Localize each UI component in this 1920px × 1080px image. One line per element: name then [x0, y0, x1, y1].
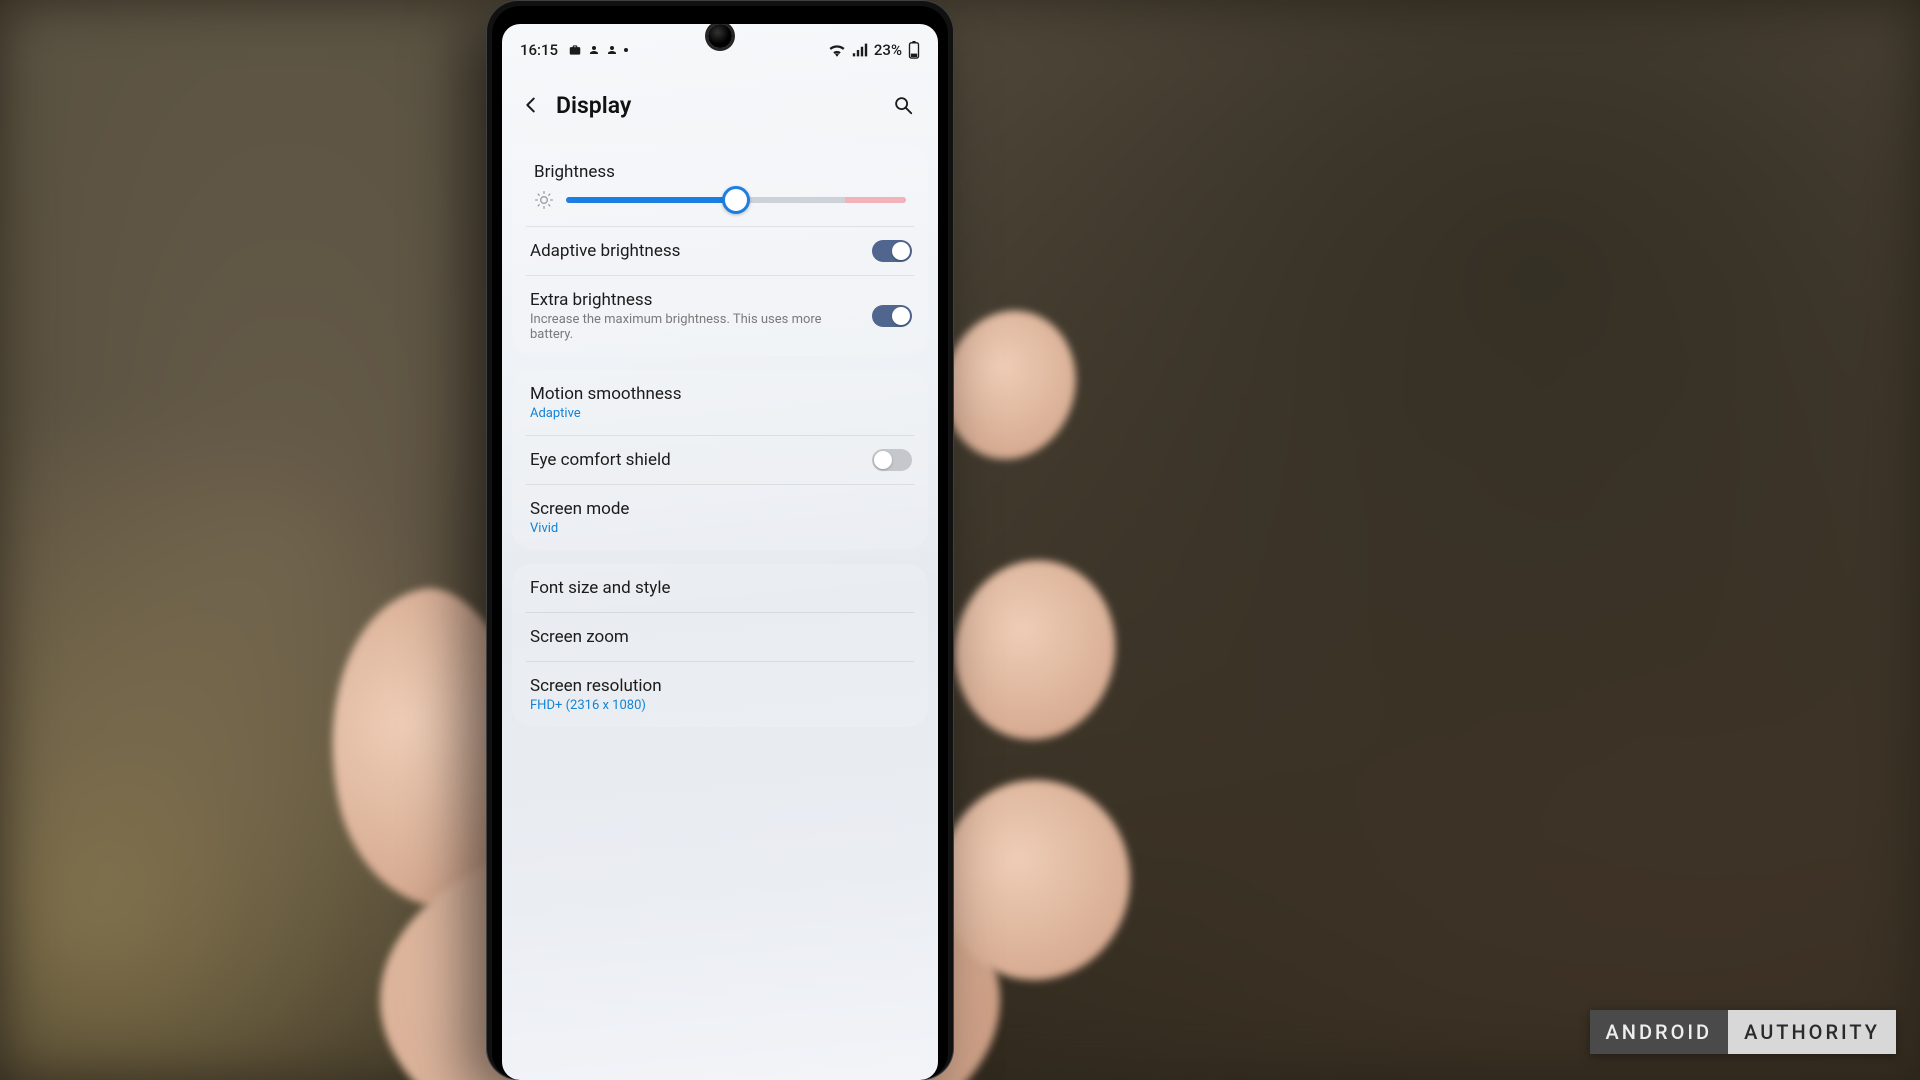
extra-brightness-toggle[interactable] — [872, 305, 912, 327]
settings-content: Brightness — [502, 130, 938, 727]
brightness-label: Brightness — [512, 144, 928, 184]
adaptive-brightness-label: Adaptive brightness — [530, 241, 858, 261]
watermark: ANDROID AUTHORITY — [1590, 1010, 1896, 1054]
phone-screen: 16:15 — [502, 24, 938, 1080]
status-left: 16:15 — [520, 41, 628, 59]
screen-mode-row[interactable]: Screen mode Vivid — [512, 485, 928, 550]
font-size-row[interactable]: Font size and style — [512, 564, 928, 612]
brightness-card: Brightness — [512, 144, 928, 356]
page-title: Display — [556, 92, 878, 119]
person-icon — [588, 44, 600, 56]
search-icon — [892, 94, 914, 116]
display-card-3: Font size and style Screen zoom Screen r… — [512, 564, 928, 727]
eye-comfort-toggle[interactable] — [872, 449, 912, 471]
extra-brightness-row[interactable]: Extra brightness Increase the maximum br… — [512, 276, 928, 356]
battery-text: 23% — [874, 41, 902, 59]
slider-fill — [566, 197, 736, 203]
person-icon-2 — [606, 44, 618, 56]
screen-zoom-row[interactable]: Screen zoom — [512, 613, 928, 661]
back-button[interactable] — [516, 90, 546, 120]
slider-hot-zone — [845, 197, 906, 203]
brightness-slider[interactable] — [566, 192, 906, 208]
front-camera — [708, 24, 732, 48]
eye-comfort-label: Eye comfort shield — [530, 450, 858, 470]
motion-smoothness-row[interactable]: Motion smoothness Adaptive — [512, 370, 928, 435]
motion-smoothness-label: Motion smoothness — [530, 384, 910, 404]
watermark-right: AUTHORITY — [1728, 1010, 1896, 1054]
watermark-left: ANDROID — [1590, 1010, 1729, 1054]
search-button[interactable] — [888, 90, 918, 120]
phone-bezel: 16:15 — [492, 6, 948, 1080]
screen-zoom-label: Screen zoom — [530, 627, 910, 647]
chevron-left-icon — [520, 94, 542, 116]
more-dot-icon — [624, 48, 628, 52]
motion-smoothness-value: Adaptive — [530, 406, 910, 421]
brightness-slider-row — [512, 184, 928, 226]
extra-brightness-desc: Increase the maximum brightness. This us… — [530, 312, 858, 342]
screen-resolution-row[interactable]: Screen resolution FHD+ (2316 x 1080) — [512, 662, 928, 727]
battery-icon — [908, 41, 920, 59]
extra-brightness-label: Extra brightness — [530, 290, 858, 310]
screen-mode-value: Vivid — [530, 521, 910, 536]
display-card-2: Motion smoothness Adaptive Eye comfort s… — [512, 370, 928, 550]
status-time: 16:15 — [520, 41, 558, 59]
screen-mode-label: Screen mode — [530, 499, 910, 519]
screen-resolution-label: Screen resolution — [530, 676, 910, 696]
page-header: Display — [502, 76, 938, 130]
scene-root: 16:15 — [0, 0, 1920, 1080]
adaptive-brightness-row[interactable]: Adaptive brightness — [512, 227, 928, 275]
adaptive-brightness-toggle[interactable] — [872, 240, 912, 262]
briefcase-icon — [568, 43, 582, 57]
eye-comfort-row[interactable]: Eye comfort shield — [512, 436, 928, 484]
sun-icon — [534, 190, 554, 210]
wifi-icon — [828, 43, 846, 57]
font-size-label: Font size and style — [530, 578, 910, 598]
status-right: 23% — [828, 41, 920, 59]
phone-frame: 16:15 — [486, 0, 954, 1080]
signal-icon — [852, 43, 868, 57]
slider-thumb[interactable] — [722, 186, 750, 214]
screen-resolution-value: FHD+ (2316 x 1080) — [530, 698, 910, 713]
